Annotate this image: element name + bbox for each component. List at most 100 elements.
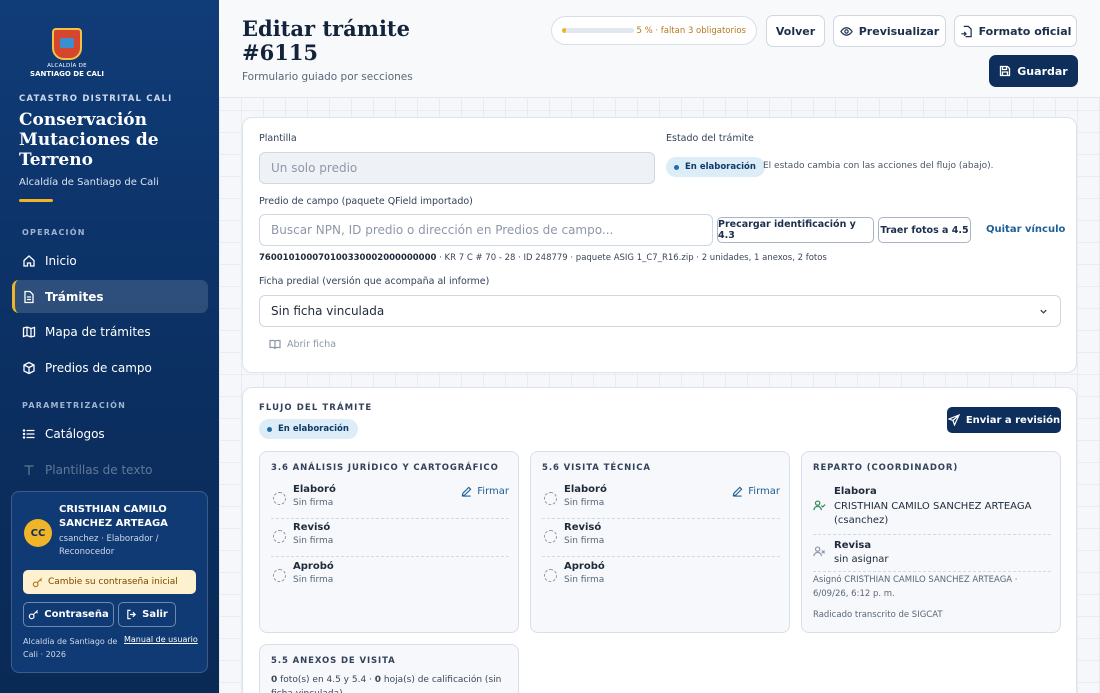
linked-parcel-meta: · KR 7 C # 70 - 28 · ID 248779 · paquete…	[436, 253, 827, 263]
row-divider	[813, 571, 1051, 572]
progress-track	[562, 28, 634, 33]
signature-status: Sin firma	[564, 498, 605, 508]
sidebar-item-label: Predios de campo	[45, 360, 152, 375]
save-icon	[1000, 65, 1011, 77]
book-icon	[269, 339, 281, 350]
sidebar-item-inicio[interactable]: Inicio	[12, 244, 208, 277]
change-password-button[interactable]: Contraseña	[23, 602, 114, 627]
assignment-block: REPARTO (COORDINADOR) Elabora CRISTHIAN …	[801, 451, 1061, 633]
field-parcel-search-input[interactable]: Buscar NPN, ID predio o dirección en Pre…	[259, 214, 713, 246]
sign-button[interactable]: Firmar	[461, 486, 509, 497]
shield-icon	[52, 28, 82, 60]
password-notice[interactable]: Cambie su contraseña inicial	[23, 570, 196, 594]
assignment-revisa-label: Revisa	[834, 540, 872, 551]
signature-role: Elaboró	[293, 484, 336, 495]
signature-status: Sin firma	[293, 498, 334, 508]
save-label: Guardar	[1017, 64, 1068, 78]
signature-status: Sin firma	[293, 575, 334, 585]
save-button[interactable]: Guardar	[989, 55, 1078, 87]
text-icon	[22, 463, 36, 477]
user-check-icon	[813, 500, 826, 511]
signature-block-juridico: 3.6 ANÁLISIS JURÍDICO Y CARTOGRÁFICO Ela…	[259, 451, 519, 633]
signature-status: Sin firma	[564, 536, 605, 546]
user-manual-link[interactable]: Manual de usuario	[124, 635, 198, 644]
open-ficha-button[interactable]: Abrir ficha	[269, 338, 336, 350]
user-card: CC CRISTHIAN CAMILO SANCHEZ ARTEAGA csan…	[11, 491, 208, 673]
pending-circle-icon	[544, 569, 557, 582]
page-title: Editar trámite #6115	[242, 16, 410, 65]
send-to-review-button[interactable]: Enviar a revisión	[947, 407, 1061, 433]
back-button[interactable]: Volver	[766, 15, 825, 47]
main-content: Editar trámite #6115 Formulario guiado p…	[219, 0, 1100, 693]
preload-identification-button[interactable]: Precargar identificación y 4.3	[717, 217, 874, 243]
logout-button[interactable]: Salir	[118, 602, 176, 627]
user-x-icon	[813, 546, 826, 557]
signature-row-aprobo: Aprobó Sin firma	[542, 561, 780, 597]
radicado-note: Radicado transcrito de SIGCAT	[813, 610, 943, 620]
signature-row-aprobo: Aprobó Sin firma	[271, 561, 509, 597]
sign-button[interactable]: Firmar	[732, 486, 780, 497]
sidebar-item-mapa[interactable]: Mapa de trámites	[12, 315, 208, 348]
signature-block-title: 3.6 ANÁLISIS JURÍDICO Y CARTOGRÁFICO	[271, 463, 499, 473]
sidebar-item-label: Catálogos	[45, 426, 105, 441]
unlink-link[interactable]: Quitar vínculo	[986, 224, 1065, 235]
assignment-note: Asignó CRISTHIAN CAMILO SANCHEZ ARTEAGA …	[813, 575, 1018, 599]
send-icon	[947, 414, 960, 426]
status-label: Estado del trámite	[666, 133, 754, 144]
logout-icon	[127, 609, 137, 620]
workflow-title: FLUJO DEL TRÁMITE	[259, 403, 373, 413]
linked-parcel-info: 760010100070100330002000000000 · KR 7 C …	[259, 253, 1069, 263]
logout-label: Salir	[142, 609, 168, 620]
annexes-text-a: foto(s) en 4.5 y 5.4 ·	[277, 675, 375, 685]
password-notice-text: Cambie su contraseña inicial	[48, 577, 178, 587]
sidebar-item-catalogos[interactable]: Catálogos	[12, 417, 208, 450]
sidebar-item-predios[interactable]: Predios de campo	[12, 351, 208, 384]
signature-role: Aprobó	[293, 561, 334, 572]
pending-circle-icon	[273, 492, 286, 505]
logo-line-2: SANTIAGO DE CALI	[30, 70, 104, 78]
progress-text: 5 % · faltan 3 obligatorios	[636, 25, 746, 36]
ficha-label: Ficha predial (versión que acompaña al i…	[259, 276, 490, 287]
workflow-status-text: En elaboración	[278, 424, 349, 434]
user-name: CRISTHIAN CAMILO SANCHEZ ARTEAGA	[59, 504, 168, 529]
visit-annexes-block: 5.5 ANEXOS DE VISITA 0 foto(s) en 4.5 y …	[259, 644, 519, 693]
official-format-label: Formato oficial	[978, 24, 1072, 38]
eye-icon	[839, 26, 853, 36]
home-icon	[22, 254, 36, 268]
key-icon	[32, 577, 43, 587]
signature-role: Elaboró	[564, 484, 607, 495]
completion-progress: 5 % · faltan 3 obligatorios	[551, 16, 757, 45]
status-dot	[674, 164, 679, 170]
assignment-elabora-value: CRISTHIAN CAMILO SANCHEZ ARTEAGA (csanch…	[834, 501, 1032, 526]
sidebar-item-label: Trámites	[45, 289, 104, 304]
annexes-summary: 0 foto(s) en 4.5 y 5.4 · 0 hoja(s) de ca…	[271, 673, 511, 693]
document-icon	[22, 290, 36, 304]
bring-photos-button[interactable]: Traer fotos a 4.5	[878, 217, 971, 243]
back-label: Volver	[775, 24, 816, 38]
workflow-status-badge: En elaboración	[259, 419, 358, 439]
signature-row-elaboro: Elaboró Sin firma Firmar	[542, 484, 780, 520]
sign-label: Firmar	[477, 486, 509, 497]
annexes-title: 5.5 ANEXOS DE VISITA	[271, 656, 396, 666]
ficha-select[interactable]: Sin ficha vinculada	[259, 295, 1061, 327]
signature-row-elaboro: Elaboró Sin firma Firmar	[271, 484, 509, 520]
sidebar-item-plantillas[interactable]: Plantillas de texto	[12, 453, 208, 486]
app-title: Conservación Mutaciones de Terreno	[19, 110, 159, 170]
open-ficha-label: Abrir ficha	[287, 338, 337, 350]
template-label: Plantilla	[259, 133, 297, 144]
preview-button[interactable]: Previsualizar	[833, 15, 946, 47]
sidebar-item-label: Mapa de trámites	[45, 324, 151, 339]
assignment-elabora-label: Elabora	[834, 486, 877, 497]
alcaldia-logo: ALCALDÍA DE SANTIAGO DE CALI	[28, 28, 106, 78]
row-divider	[271, 518, 509, 519]
preview-label: Previsualizar	[858, 24, 940, 38]
row-divider	[542, 556, 780, 557]
section-label-operacion: OPERACIÓN	[22, 228, 86, 237]
ficha-select-value: Sin ficha vinculada	[271, 304, 385, 318]
status-badge: En elaboración	[666, 157, 765, 177]
sidebar-item-tramites[interactable]: Trámites	[12, 280, 208, 313]
official-format-button[interactable]: Formato oficial	[954, 15, 1077, 47]
pending-circle-icon	[544, 530, 557, 543]
field-parcel-label: Predio de campo (paquete QField importad…	[259, 196, 473, 207]
signature-row-reviso: Revisó Sin firma	[542, 522, 780, 558]
